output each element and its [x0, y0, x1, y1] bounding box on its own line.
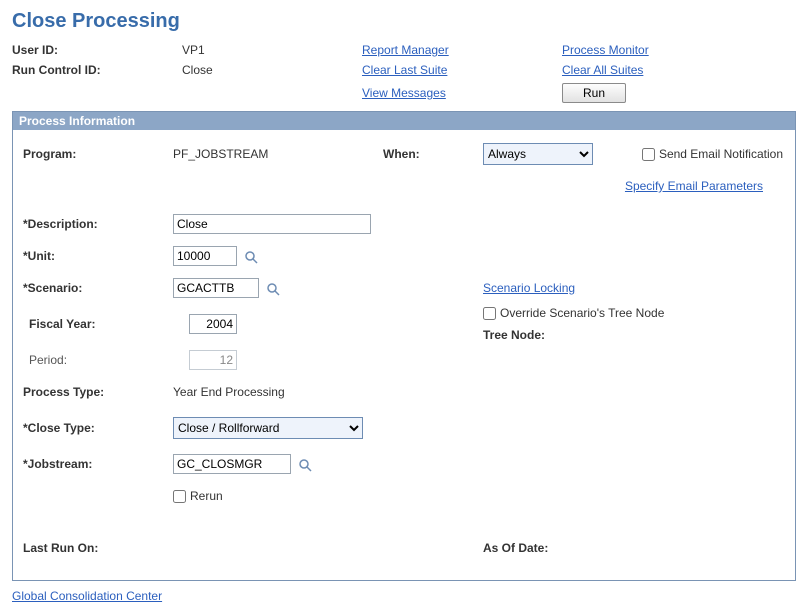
send-email-checkbox[interactable]: [642, 148, 655, 161]
jobstream-input[interactable]: [173, 454, 291, 474]
lookup-icon[interactable]: [266, 282, 280, 296]
close-type-label: *Close Type:: [23, 421, 173, 435]
clear-all-suites-link[interactable]: Clear All Suites: [562, 63, 643, 77]
override-tree-label: Override Scenario's Tree Node: [500, 306, 664, 320]
global-consolidation-link[interactable]: Global Consolidation Center: [12, 589, 162, 603]
period-label: Period:: [23, 353, 173, 367]
period-input: [189, 350, 237, 370]
unit-input[interactable]: [173, 246, 237, 266]
scenario-locking-link[interactable]: Scenario Locking: [483, 281, 575, 295]
description-label: *Description:: [23, 217, 173, 231]
run-button[interactable]: Run: [562, 83, 626, 103]
unit-label: *Unit:: [23, 249, 173, 263]
lookup-icon[interactable]: [298, 458, 312, 472]
jobstream-label: *Jobstream:: [23, 457, 173, 471]
rerun-checkbox[interactable]: [173, 490, 186, 503]
fiscal-year-input[interactable]: [189, 314, 237, 334]
close-type-select[interactable]: Close / Rollforward: [173, 417, 363, 439]
user-id-value: VP1: [182, 43, 362, 57]
lookup-icon[interactable]: [244, 250, 258, 264]
process-type-label: Process Type:: [23, 385, 173, 399]
fiscal-year-label: Fiscal Year:: [23, 317, 173, 331]
rerun-label: Rerun: [190, 489, 223, 503]
tree-node-label: Tree Node:: [483, 328, 783, 342]
program-label: Program:: [23, 147, 173, 161]
when-label: When:: [383, 147, 483, 161]
view-messages-link[interactable]: View Messages: [362, 86, 446, 100]
description-input[interactable]: [173, 214, 371, 234]
specify-email-link[interactable]: Specify Email Parameters: [625, 179, 763, 193]
run-control-label: Run Control ID:: [12, 63, 182, 77]
run-control-value: Close: [182, 63, 362, 77]
process-info-section: Program: PF_JOBSTREAM When: Always Send …: [12, 130, 796, 581]
report-manager-link[interactable]: Report Manager: [362, 43, 449, 57]
as-of-date-label: As Of Date:: [483, 541, 783, 555]
scenario-label: *Scenario:: [23, 281, 173, 295]
override-tree-checkbox[interactable]: [483, 307, 496, 320]
page-title: Close Processing: [12, 10, 796, 33]
process-type-value: Year End Processing: [173, 385, 383, 399]
user-id-label: User ID:: [12, 43, 182, 57]
section-header: Process Information: [12, 111, 796, 130]
process-monitor-link[interactable]: Process Monitor: [562, 43, 649, 57]
last-run-label: Last Run On:: [23, 541, 173, 555]
clear-last-suite-link[interactable]: Clear Last Suite: [362, 63, 447, 77]
send-email-label: Send Email Notification: [659, 147, 783, 161]
scenario-input[interactable]: [173, 278, 259, 298]
when-select[interactable]: Always: [483, 143, 593, 165]
program-value: PF_JOBSTREAM: [173, 147, 383, 161]
